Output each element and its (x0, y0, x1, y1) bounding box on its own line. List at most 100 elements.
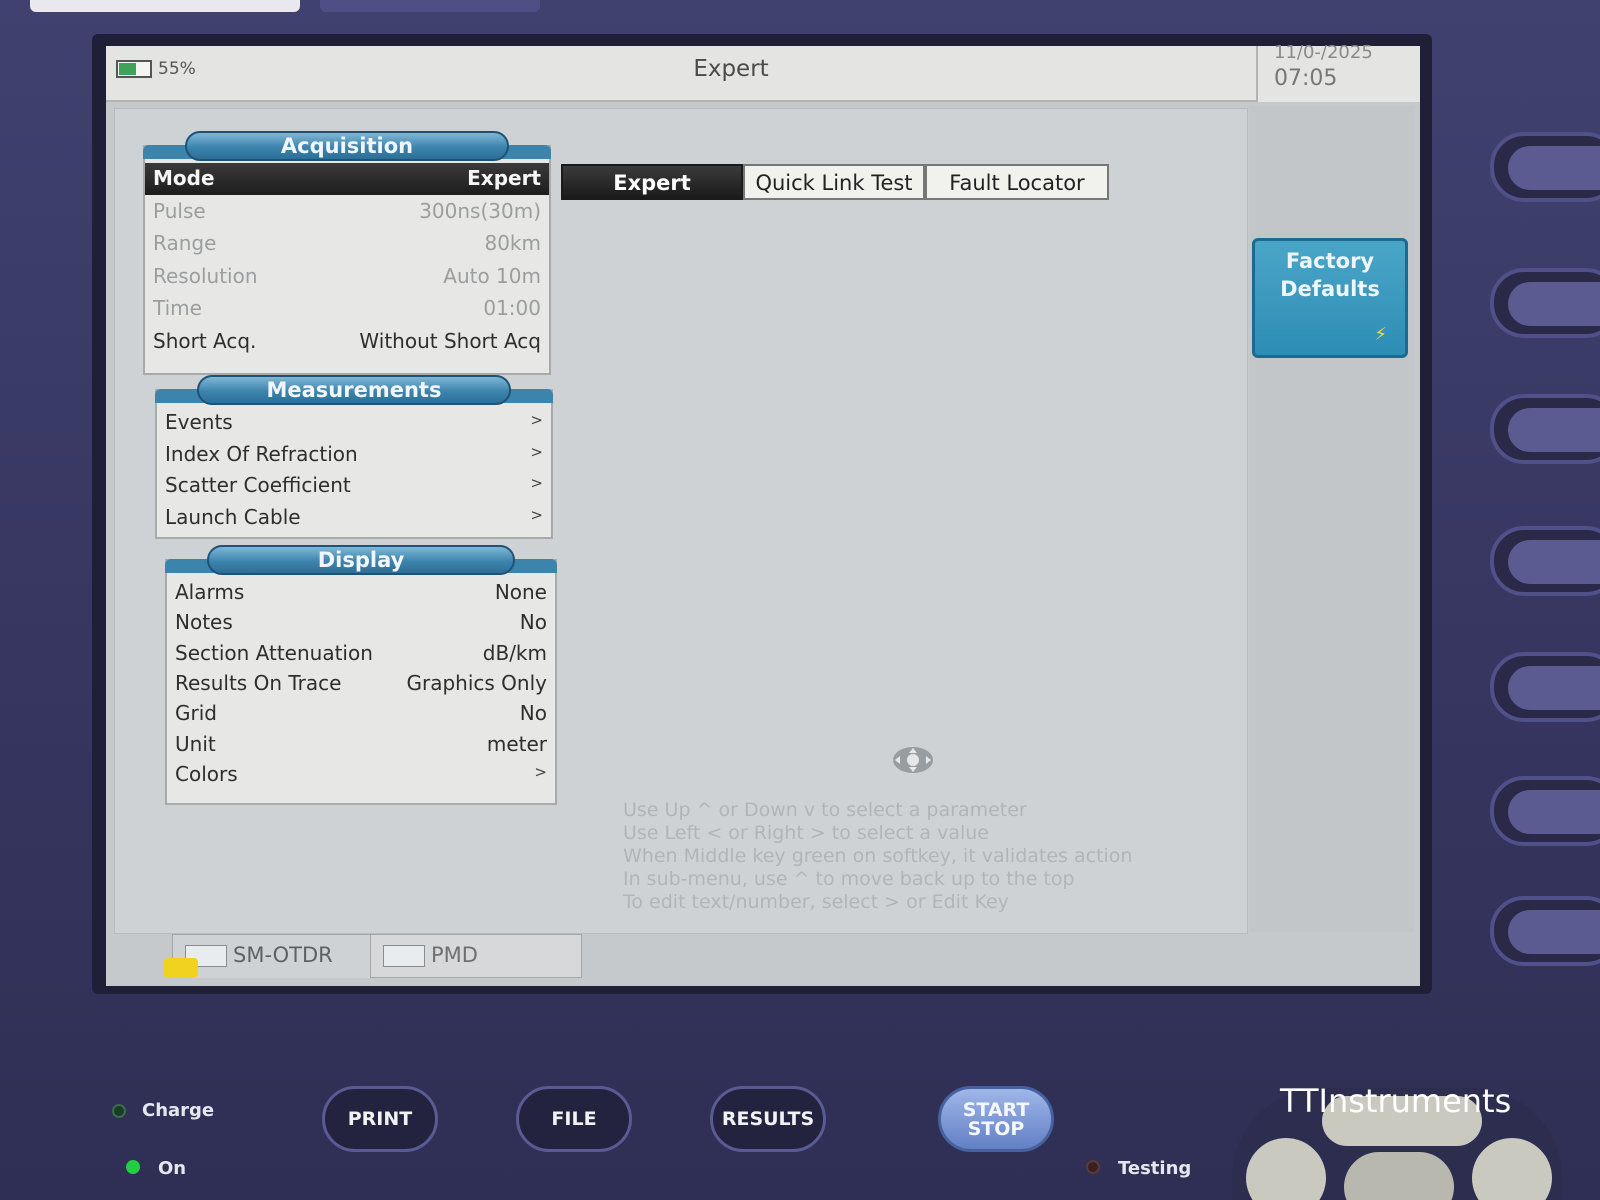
device-top-strip-dark (320, 0, 540, 12)
factory-defaults-label-2: Defaults (1280, 277, 1380, 301)
title-bar: 55% Expert 11/0-/2025 07:05 (106, 42, 1420, 102)
acquisition-row-value: 80km (484, 231, 541, 255)
acquisition-row-value: Auto 10m (443, 263, 541, 288)
mode-option-expert[interactable]: Expert (561, 164, 743, 200)
factory-defaults-label-1: Factory (1285, 249, 1375, 273)
display-row-label: Grid (175, 701, 217, 726)
display-row[interactable]: Unit meter (167, 729, 555, 761)
lightning-icon: ⚡ (1374, 324, 1387, 345)
hw-softkey-5[interactable] (1490, 652, 1600, 722)
display-row[interactable]: Grid No (167, 698, 555, 730)
acquisition-row-label: Time (153, 296, 202, 320)
chevron-right-icon: > (534, 762, 547, 781)
acquisition-row-label: Resolution (153, 263, 258, 288)
stop-label: STOP (967, 1118, 1025, 1140)
measurements-row[interactable]: Index Of Refraction > (157, 439, 551, 471)
hw-softkey-2[interactable] (1490, 268, 1600, 338)
print-button[interactable]: PRINT (322, 1086, 438, 1152)
page-title: Expert (693, 56, 769, 82)
tab-pmd[interactable]: PMD (370, 934, 582, 978)
pmd-histogram-icon (383, 945, 425, 967)
help-line: When Middle key green on softkey, it val… (623, 845, 1133, 867)
acquisition-row-value: Expert (467, 166, 541, 190)
display-row-label: Colors (175, 761, 238, 786)
display-row-value: dB/km (482, 640, 547, 665)
acquisition-row-label: Pulse (153, 198, 206, 223)
dpad-left-key[interactable] (1246, 1138, 1326, 1200)
acquisition-panel: Acquisition Mode Expert Pulse 300ns(30m) Ran… (143, 131, 551, 375)
acquisition-row-label: Range (153, 231, 217, 255)
acquisition-row-value: Without Short Acq (359, 328, 541, 353)
mode-option-fault-locator[interactable]: Fault Locator (925, 164, 1109, 200)
display-header: Display (207, 545, 515, 575)
mode-option-quick-link-test[interactable]: Quick Link Test (743, 164, 925, 200)
acquisition-row-label: Mode (153, 166, 215, 190)
help-line: Use Up ^ or Down v to select a parameter (623, 799, 1027, 821)
display-row[interactable]: Section Attenuation dB/km (167, 638, 555, 670)
dpad-right-key[interactable] (1472, 1138, 1552, 1200)
device-top-strip (30, 0, 300, 12)
display-row-value: meter (486, 731, 547, 756)
tab-pmd-label: PMD (431, 943, 478, 967)
display-row-label: Alarms (175, 580, 245, 604)
dpad-center-key[interactable] (1344, 1152, 1454, 1200)
display-row-value: No (519, 701, 547, 726)
hw-softkey-7[interactable] (1490, 896, 1600, 966)
acquisition-row[interactable]: Pulse 300ns(30m) (145, 196, 549, 228)
display-panel: Display Alarms None Notes No Section Attenua… (165, 545, 557, 805)
factory-defaults-softkey[interactable]: Factory Defaults ⚡ (1252, 238, 1408, 358)
display-row-value: None (494, 580, 547, 604)
time-text: 07:05 (1274, 66, 1338, 91)
display-row[interactable]: Results On Trace Graphics Only (167, 668, 555, 700)
tab-sm-otdr-label: SM-OTDR (233, 943, 333, 967)
chevron-right-icon: > (530, 411, 543, 429)
softkey-column: Factory Defaults ⚡ (1250, 106, 1414, 932)
hw-softkey-1[interactable] (1490, 132, 1600, 202)
acquisition-row-label: Short Acq. (153, 328, 257, 353)
acquisition-row[interactable]: Mode Expert (145, 163, 549, 195)
measurements-panel: Measurements Events > Index Of Refraction >… (155, 375, 553, 539)
hw-softkey-4[interactable] (1490, 526, 1600, 596)
datetime-box: 11/0-/2025 07:05 (1256, 42, 1420, 102)
help-line: In sub-menu, use ^ to move back up to th… (623, 868, 1075, 890)
acquisition-row-value: 300ns(30m) (419, 198, 541, 223)
settings-content: Acquisition Mode Expert Pulse 300ns(30m) Ran… (114, 108, 1248, 934)
display-row-value: Graphics Only (406, 670, 548, 695)
acquisition-row-value: 01:00 (483, 296, 541, 320)
otdr-screen: 55% Expert 11/0-/2025 07:05 Acquisition … (106, 42, 1420, 986)
hw-softkey-6[interactable] (1490, 776, 1600, 846)
watermark-brand: TTInstruments (1280, 1082, 1512, 1120)
display-row[interactable]: Colors > (167, 759, 555, 791)
acquisition-row[interactable]: Short Acq. Without Short Acq (145, 326, 549, 358)
charge-label: Charge (142, 1100, 215, 1121)
chevron-right-icon: > (530, 505, 543, 524)
start-stop-button[interactable]: START STOP (938, 1086, 1054, 1152)
on-led (126, 1160, 140, 1174)
display-row-label: Unit (175, 731, 216, 756)
help-line: To edit text/number, select > or Edit Ke… (623, 891, 1009, 913)
acquisition-row[interactable]: Time 01:00 (145, 293, 549, 325)
tab-sm-otdr[interactable]: SM-OTDR (172, 934, 388, 978)
measurements-row[interactable]: Launch Cable > (157, 502, 551, 534)
file-button[interactable]: FILE (516, 1086, 632, 1152)
acquisition-header: Acquisition (185, 131, 509, 161)
chevron-right-icon: > (530, 442, 543, 461)
hw-softkey-3[interactable] (1490, 394, 1600, 464)
results-button[interactable]: RESULTS (710, 1086, 826, 1152)
help-line: Use Left < or Right > to select a value (623, 822, 989, 844)
acquisition-row[interactable]: Resolution Auto 10m (145, 261, 549, 293)
measurements-row[interactable]: Events > (157, 407, 551, 439)
acquisition-row[interactable]: Range 80km (145, 228, 549, 260)
chevron-right-icon: > (530, 474, 543, 492)
display-row[interactable]: Notes No (167, 607, 555, 639)
measurements-row-label: Launch Cable (165, 504, 301, 529)
measurements-row[interactable]: Scatter Coefficient > (157, 470, 551, 502)
display-row-label: Notes (175, 610, 233, 635)
measurements-row-label: Index Of Refraction (165, 441, 358, 466)
display-row[interactable]: Alarms None (167, 577, 555, 609)
testing-led (1086, 1160, 1100, 1174)
navigation-pad-icon (893, 747, 933, 773)
display-row-label: Results On Trace (175, 670, 342, 695)
measurements-header: Measurements (197, 375, 511, 405)
measurements-row-label: Scatter Coefficient (165, 473, 351, 497)
